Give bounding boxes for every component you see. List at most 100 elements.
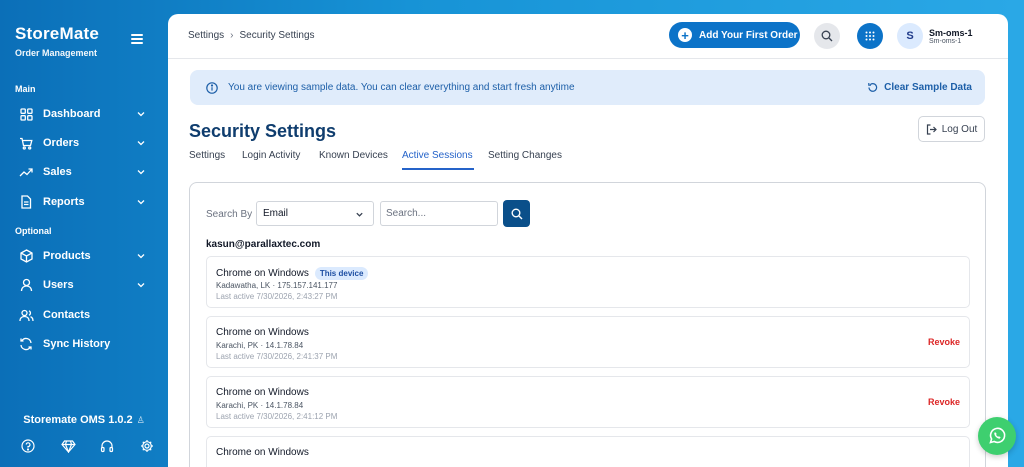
user-icon xyxy=(18,277,34,293)
clear-sample-data-button[interactable]: Clear Sample Data xyxy=(867,82,972,93)
search-button[interactable] xyxy=(503,200,530,227)
sidebar-item-label: Reports xyxy=(43,196,85,208)
session-device: Chrome on Windows xyxy=(216,327,309,338)
sidebar: StoreMate Order Management Main Dashboar… xyxy=(0,0,168,467)
session-device: Chrome on Windows xyxy=(216,387,309,398)
session-last-active: Last active 7/30/2026, 2:41:12 PM xyxy=(216,412,338,421)
sidebar-item-orders[interactable]: Orders xyxy=(18,132,146,154)
sidebar-item-reports[interactable]: Reports xyxy=(18,191,146,213)
device-name: Chrome on Windows xyxy=(216,268,309,279)
section-label-main: Main xyxy=(15,84,36,94)
version-text: Storemate OMS 1.0.2 xyxy=(23,414,133,426)
sidebar-item-label: Users xyxy=(43,279,74,291)
app-version: Storemate OMS 1.0.2 ♙ xyxy=(0,414,168,426)
logout-button[interactable]: Log Out xyxy=(918,116,985,142)
apps-grid-button[interactable] xyxy=(857,23,883,49)
page-title: Security Settings xyxy=(189,121,337,141)
user-name[interactable]: Sm-oms-1 xyxy=(929,28,973,38)
session-card: Chrome on Windows xyxy=(206,436,970,467)
session-device: Chrome on Windows xyxy=(216,447,309,458)
session-location: Kadawatha, LK · 175.157.141.177 xyxy=(216,281,338,290)
user-subtitle: Sm-oms-1 xyxy=(929,38,962,45)
plus-icon: + xyxy=(678,28,692,42)
sidebar-item-label: Sales xyxy=(43,166,72,178)
sidebar-item-sales[interactable]: Sales xyxy=(18,161,146,183)
active-sessions-card: Search By Email kasun@parallaxtec.com Ch… xyxy=(189,182,986,467)
session-last-active: Last active 7/30/2026, 2:41:37 PM xyxy=(216,352,338,361)
headset-icon[interactable] xyxy=(99,438,115,454)
search-by-label: Search By xyxy=(206,209,253,220)
sidebar-item-label: Contacts xyxy=(43,309,91,321)
search-icon xyxy=(511,208,522,219)
whatsapp-chat-button[interactable] xyxy=(978,417,1016,455)
sync-icon xyxy=(18,336,34,352)
main-panel: Settings › Security Settings + Add Your … xyxy=(168,14,1008,467)
chevron-down-icon xyxy=(356,212,363,217)
breadcrumb-settings[interactable]: Settings xyxy=(188,30,224,41)
chevron-down-icon xyxy=(137,200,145,205)
session-last-active: Last active 7/30/2026, 2:43:27 PM xyxy=(216,292,338,301)
sample-data-banner: You are viewing sample data. You can cle… xyxy=(190,70,985,105)
help-icon[interactable] xyxy=(20,438,36,454)
contacts-icon xyxy=(18,307,34,323)
banner-text: You are viewing sample data. You can cle… xyxy=(228,82,575,93)
breadcrumb: Settings › Security Settings xyxy=(188,30,315,41)
logout-icon xyxy=(926,123,937,135)
sidebar-item-label: Products xyxy=(43,250,91,262)
brand-subtitle: Order Management xyxy=(15,48,98,58)
tab-login-activity[interactable]: Login Activity xyxy=(242,150,300,170)
tab-setting-changes[interactable]: Setting Changes xyxy=(488,150,562,170)
sidebar-item-label: Dashboard xyxy=(43,108,101,120)
device-name: Chrome on Windows xyxy=(216,447,309,458)
tab-known-devices[interactable]: Known Devices xyxy=(319,150,388,170)
revoke-button[interactable]: Revoke xyxy=(928,397,960,407)
hamburger-menu-icon[interactable] xyxy=(131,34,143,44)
document-icon xyxy=(18,194,34,210)
brand-logo[interactable]: StoreMate xyxy=(15,24,99,44)
version-info-icon: ♙ xyxy=(136,415,145,425)
search-field-select[interactable]: Email xyxy=(256,201,374,226)
cart-icon xyxy=(18,135,34,151)
refresh-icon xyxy=(868,83,878,92)
add-order-label: Add Your First Order xyxy=(699,29,798,41)
chevron-down-icon xyxy=(137,283,145,288)
sidebar-item-label: Sync History xyxy=(43,338,111,350)
diamond-icon[interactable] xyxy=(60,438,76,454)
sidebar-item-sync-history[interactable]: Sync History xyxy=(18,333,146,355)
info-icon xyxy=(206,81,218,94)
sidebar-item-products[interactable]: Products xyxy=(18,245,146,267)
global-search-button[interactable] xyxy=(814,23,840,49)
box-icon xyxy=(18,248,34,264)
chevron-right-icon: › xyxy=(230,30,234,41)
apps-grid-icon xyxy=(865,31,875,41)
session-device: Chrome on Windows This device xyxy=(216,267,369,280)
sidebar-item-dashboard[interactable]: Dashboard xyxy=(18,103,146,125)
sidebar-item-users[interactable]: Users xyxy=(18,274,146,296)
revoke-button[interactable]: Revoke xyxy=(928,337,960,347)
search-input[interactable] xyxy=(380,201,498,226)
trending-up-icon xyxy=(18,164,34,180)
device-name: Chrome on Windows xyxy=(216,387,309,398)
session-card: Chrome on Windows Karachi, PK · 14.1.78.… xyxy=(206,316,970,368)
logout-label: Log Out xyxy=(941,123,978,135)
sidebar-bottom-icons xyxy=(0,438,168,458)
search-field-value: Email xyxy=(263,208,289,219)
breadcrumb-current: Security Settings xyxy=(239,30,315,41)
tab-active-sessions[interactable]: Active Sessions xyxy=(402,150,474,170)
avatar[interactable]: S xyxy=(897,23,923,49)
settings-icon[interactable] xyxy=(139,438,155,454)
clear-sample-data-label: Clear Sample Data xyxy=(884,82,972,93)
chevron-down-icon xyxy=(137,254,145,259)
add-first-order-button[interactable]: + Add Your First Order xyxy=(669,22,800,48)
chevron-down-icon xyxy=(137,141,145,146)
session-user-email: kasun@parallaxtec.com xyxy=(206,239,321,250)
sidebar-item-contacts[interactable]: Contacts xyxy=(18,304,146,326)
chevron-down-icon xyxy=(137,170,145,175)
search-icon xyxy=(821,30,833,42)
tab-settings[interactable]: Settings xyxy=(189,150,225,170)
chevron-down-icon xyxy=(137,112,145,117)
device-name: Chrome on Windows xyxy=(216,327,309,338)
grid-icon xyxy=(18,106,34,122)
this-device-badge: This device xyxy=(314,267,369,280)
session-location: Karachi, PK · 14.1.78.84 xyxy=(216,401,304,410)
